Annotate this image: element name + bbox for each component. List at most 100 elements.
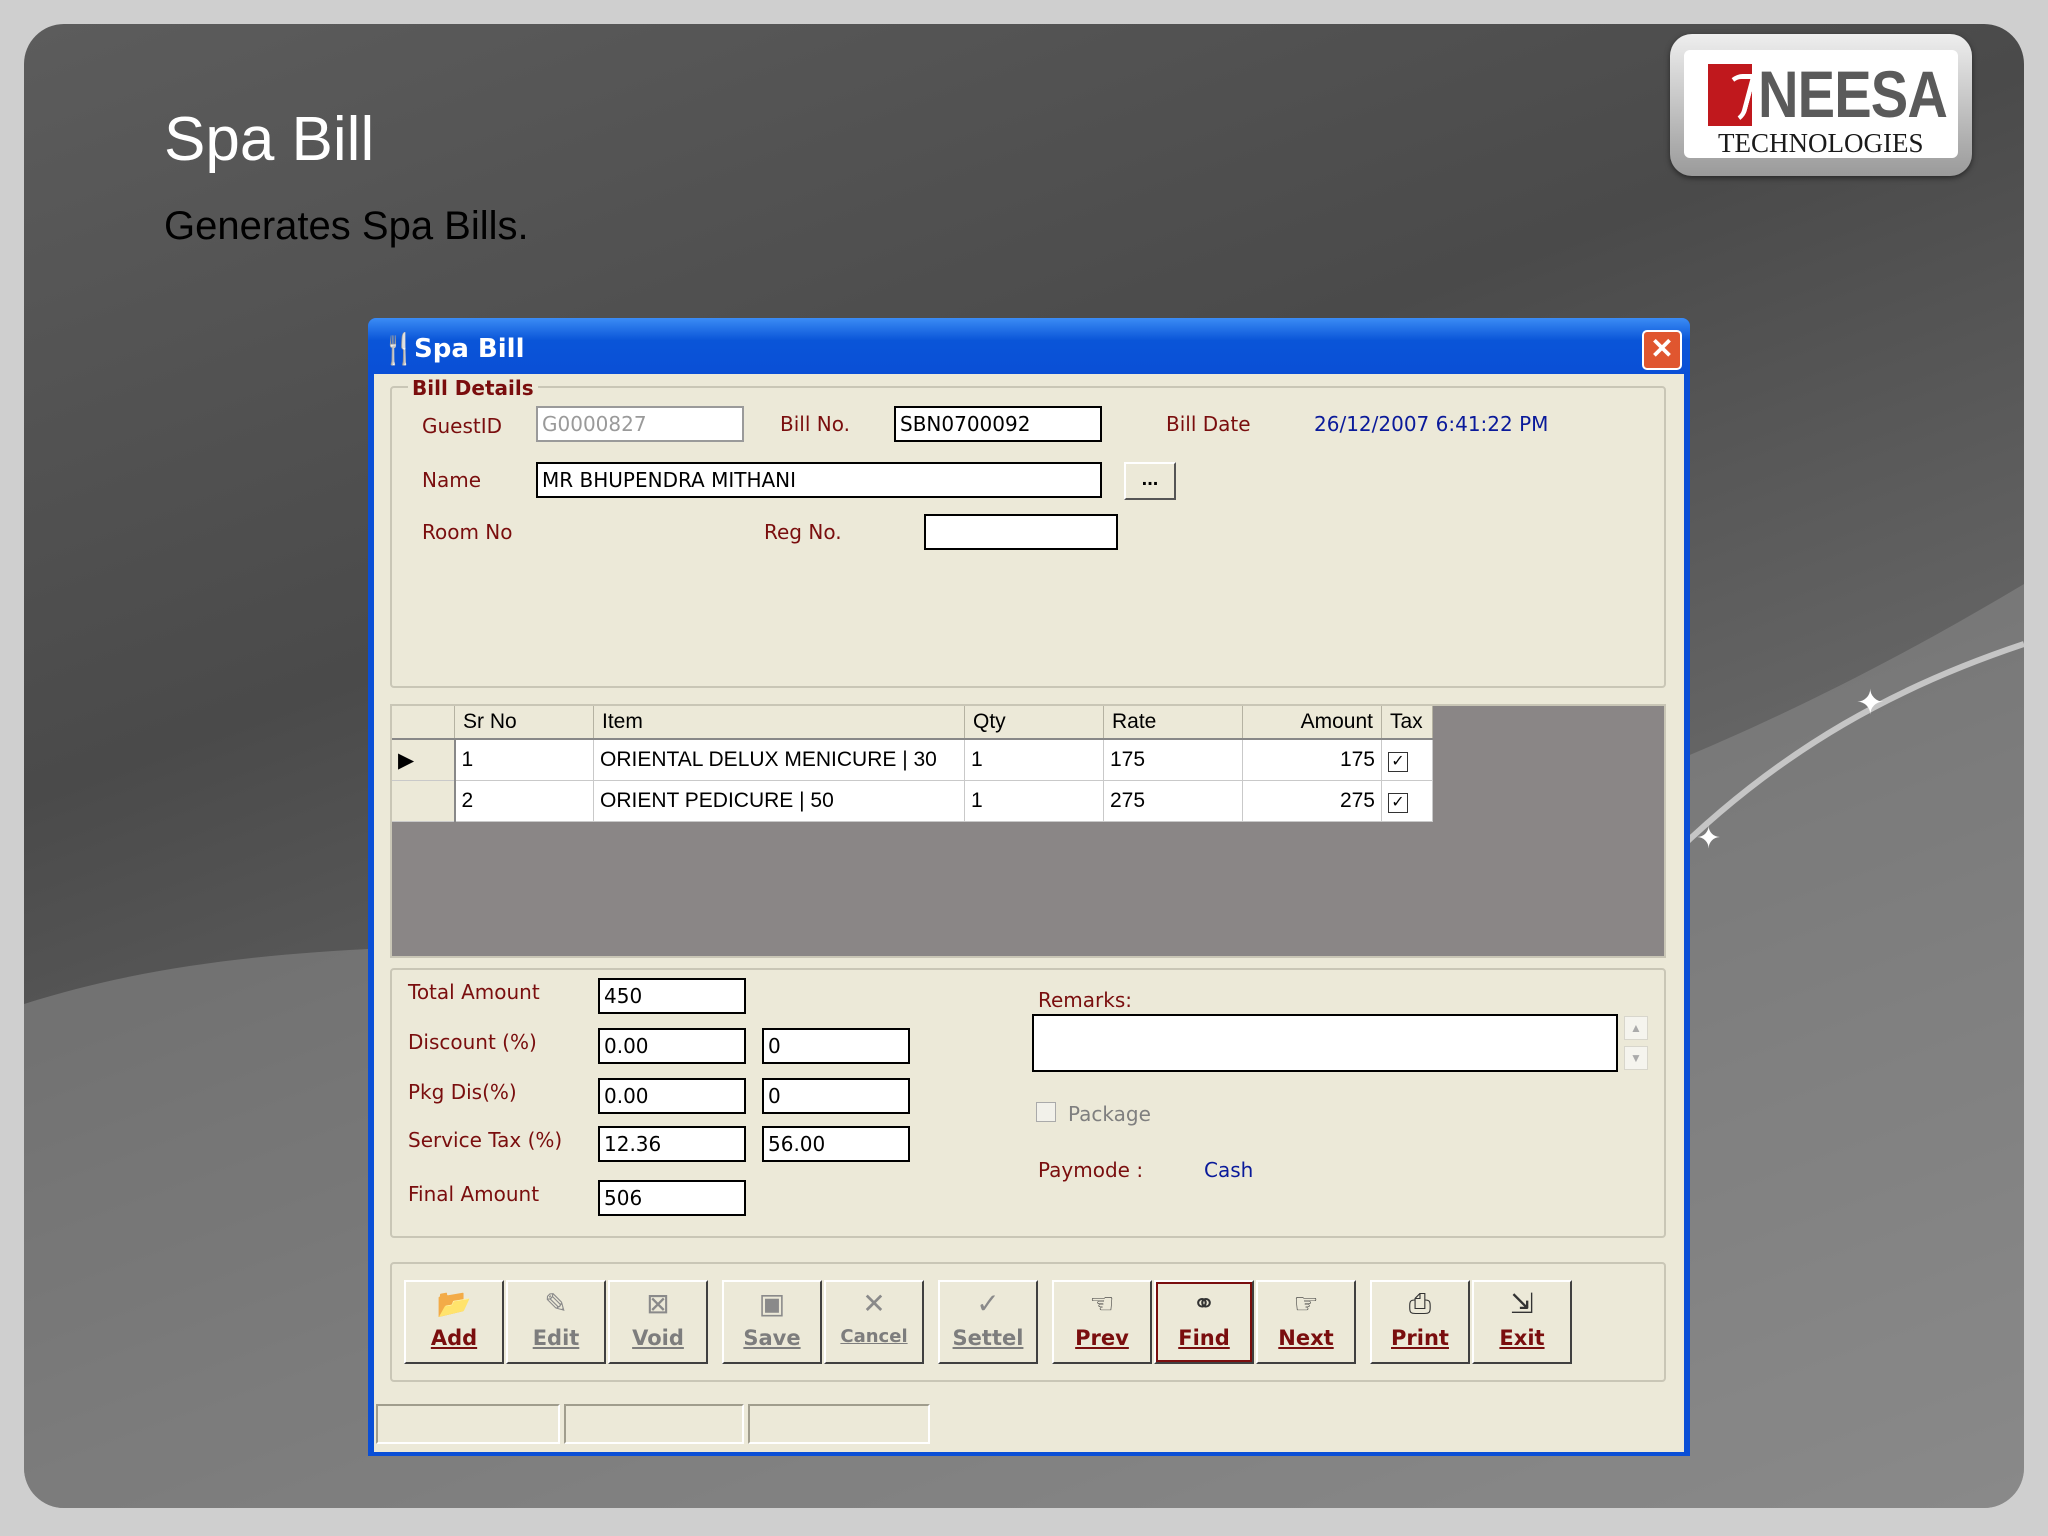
print-button[interactable]: ⎙ Print — [1370, 1280, 1470, 1364]
cell-item[interactable]: ORIENT PEDICURE | 50 — [593, 780, 965, 822]
service-tax-label: Service Tax (%) — [408, 1128, 563, 1152]
cancel-button[interactable]: ✕ Cancel — [824, 1280, 924, 1364]
cancel-icon: ✕ — [862, 1288, 886, 1319]
window-title: Spa Bill — [414, 334, 525, 364]
edit-icon: ✎ — [544, 1288, 568, 1319]
bill-no-field[interactable]: SBN0700092 — [894, 406, 1102, 442]
total-amount-label: Total Amount — [408, 980, 540, 1004]
column-header-sr-no[interactable]: Sr No — [454, 706, 594, 740]
exit-button[interactable]: ⇲ Exit — [1472, 1280, 1572, 1364]
checkmark-icon: ✓ — [976, 1288, 1000, 1319]
package-label: Package — [1068, 1102, 1151, 1126]
command-toolbar: 📂 Add ✎ Edit ⊠ Void ▣ Save ✕ Cancel ✓ Settel ☜… — [390, 1262, 1666, 1382]
sparkle-icon: ✦ — [1696, 822, 1721, 855]
slide-subtitle: Generates Spa Bills. — [164, 204, 529, 248]
paymode-label: Paymode : — [1038, 1158, 1144, 1182]
table-row[interactable]: ▶ 1 ORIENTAL DELUX MENICURE | 30 1 175 1… — [392, 739, 1433, 781]
cell-sr-no[interactable]: 2 — [454, 780, 594, 822]
final-amount-field[interactable]: 506 — [598, 1180, 746, 1216]
add-folder-icon: 📂 — [436, 1288, 472, 1319]
cell-rate[interactable]: 275 — [1103, 780, 1243, 822]
package-checkbox[interactable] — [1036, 1102, 1056, 1122]
remarks-label: Remarks: — [1038, 988, 1133, 1012]
name-label: Name — [422, 468, 482, 492]
tax-checkbox[interactable]: ✓ — [1388, 752, 1408, 772]
bill-items-table: Sr No Item Qty Rate Amount Tax ▶ 1 ORIEN… — [392, 706, 1433, 822]
settle-button[interactable]: ✓ Settel — [938, 1280, 1038, 1364]
final-amount-label: Final Amount — [408, 1182, 540, 1206]
reg-no-field[interactable] — [924, 514, 1118, 550]
pkg-discount-percent-field[interactable]: 0.00 — [598, 1078, 746, 1114]
pkg-discount-label: Pkg Dis(%) — [408, 1080, 517, 1104]
company-logo: NEESA TECHNOLOGIES — [1670, 34, 1972, 176]
hand-left-icon: ☜ — [1089, 1288, 1115, 1319]
printer-icon: ⎙ — [1408, 1288, 1432, 1319]
cell-item[interactable]: ORIENTAL DELUX MENICURE | 30 — [593, 739, 965, 781]
add-button[interactable]: 📂 Add — [404, 1280, 504, 1364]
void-icon: ⊠ — [646, 1288, 670, 1319]
bill-details-legend: Bill Details — [408, 376, 538, 400]
cell-tax[interactable]: ✓ — [1381, 780, 1433, 822]
row-header-corner — [392, 706, 455, 740]
service-tax-percent-field[interactable]: 12.36 — [598, 1126, 746, 1162]
current-row-indicator-icon: ▶ — [392, 739, 456, 781]
service-tax-amount-field[interactable]: 56.00 — [762, 1126, 910, 1162]
exit-door-icon: ⇲ — [1510, 1288, 1534, 1319]
close-button[interactable]: ✕ — [1642, 330, 1682, 370]
guest-id-label: GuestID — [422, 414, 503, 438]
void-button[interactable]: ⊠ Void — [608, 1280, 708, 1364]
prev-button[interactable]: ☜ Prev — [1052, 1280, 1152, 1364]
window-titlebar[interactable]: 🍴 Spa Bill ✕ — [368, 318, 1690, 374]
discount-percent-field[interactable]: 0.00 — [598, 1028, 746, 1064]
cell-tax[interactable]: ✓ — [1381, 739, 1433, 781]
paymode-value: Cash — [1204, 1158, 1254, 1182]
discount-amount-field[interactable]: 0 — [762, 1028, 910, 1064]
remarks-scroll-up-icon[interactable]: ▲ — [1624, 1016, 1648, 1040]
name-field[interactable]: MR BHUPENDRA MITHANI — [536, 462, 1102, 498]
total-amount-field[interactable]: 450 — [598, 978, 746, 1014]
bill-no-label: Bill No. — [780, 412, 850, 436]
edit-button[interactable]: ✎ Edit — [506, 1280, 606, 1364]
hand-right-icon: ☞ — [1293, 1288, 1319, 1319]
cell-qty[interactable]: 1 — [964, 780, 1104, 822]
column-header-rate[interactable]: Rate — [1103, 706, 1243, 740]
totals-panel — [390, 968, 1666, 1238]
row-header — [392, 780, 456, 822]
cell-sr-no[interactable]: 1 — [454, 739, 594, 781]
next-button[interactable]: ☞ Next — [1256, 1280, 1356, 1364]
cell-rate[interactable]: 175 — [1103, 739, 1243, 781]
cell-qty[interactable]: 1 — [964, 739, 1104, 781]
window-client-area: Bill Details GuestID G0000827 Bill No. S… — [374, 374, 1684, 1452]
room-no-label: Room No — [422, 520, 513, 544]
pkg-discount-amount-field[interactable]: 0 — [762, 1078, 910, 1114]
table-row[interactable]: 2 ORIENT PEDICURE | 50 1 275 275 ✓ — [392, 780, 1433, 822]
slide-title: Spa Bill — [164, 105, 375, 174]
floppy-disk-icon: ▣ — [758, 1288, 786, 1319]
bill-items-grid[interactable]: Sr No Item Qty Rate Amount Tax ▶ 1 ORIEN… — [390, 704, 1666, 958]
cell-amount[interactable]: 275 — [1242, 780, 1382, 822]
logo-plate: NEESA TECHNOLOGIES — [1684, 50, 1958, 158]
column-header-item[interactable]: Item — [593, 706, 965, 740]
save-button[interactable]: ▣ Save — [722, 1280, 822, 1364]
find-button[interactable]: ⚭ Find — [1154, 1280, 1254, 1364]
column-header-tax[interactable]: Tax — [1381, 706, 1433, 740]
status-bar-panel — [376, 1404, 560, 1444]
status-bar-panel — [564, 1404, 744, 1444]
cell-amount[interactable]: 175 — [1242, 739, 1382, 781]
discount-label: Discount (%) — [408, 1030, 537, 1054]
bill-date-label: Bill Date — [1166, 412, 1251, 436]
browse-guest-button[interactable]: ... — [1124, 462, 1176, 500]
status-bar-panel — [748, 1404, 930, 1444]
remarks-scroll-down-icon[interactable]: ▼ — [1624, 1046, 1648, 1070]
column-header-qty[interactable]: Qty — [964, 706, 1104, 740]
spa-bill-window: 🍴 Spa Bill ✕ Bill Details GuestID G00008… — [368, 318, 1690, 1456]
column-header-amount[interactable]: Amount — [1242, 706, 1382, 740]
logo-name: NEESA — [1758, 57, 1948, 131]
sparkle-icon: ✦ — [1856, 684, 1885, 722]
binoculars-icon: ⚭ — [1192, 1288, 1216, 1319]
grid-header-row: Sr No Item Qty Rate Amount Tax — [392, 706, 1433, 740]
guest-id-field[interactable]: G0000827 — [536, 406, 744, 442]
tax-checkbox[interactable]: ✓ — [1388, 793, 1408, 813]
remarks-textarea[interactable] — [1032, 1014, 1618, 1072]
cutlery-icon: 🍴 — [380, 333, 418, 366]
